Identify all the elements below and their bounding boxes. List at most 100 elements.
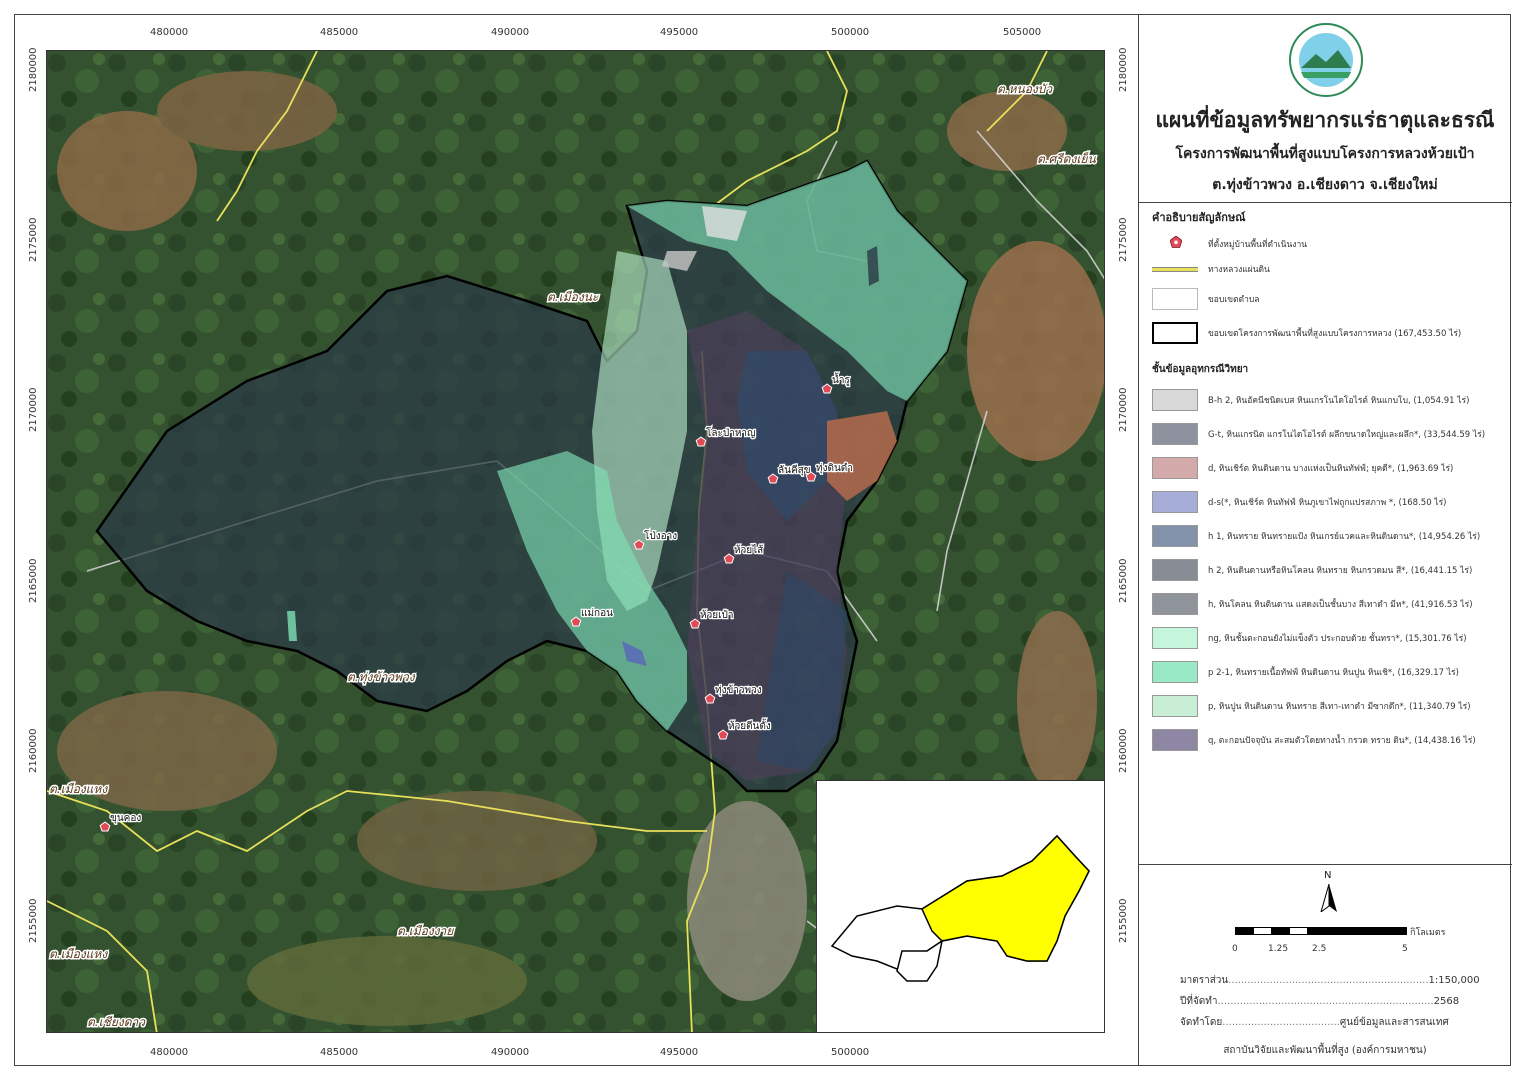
geology-label: p, หินปูน หินดินดาน หินทราย สีเทา-เทาดำ … [1208, 702, 1471, 712]
x-tick-bottom: 500000 [831, 1047, 870, 1058]
y-tick-left: 2175000 [28, 217, 39, 262]
legend-label: ทางหลวงแผ่นดิน [1208, 265, 1270, 275]
y-tick-left: 2165000 [28, 558, 39, 603]
geology-swatch [1152, 491, 1198, 513]
geology-legend-item: d, หินเชิร์ต หินดินดาน บางแห่งเป็นหินทัฟ… [1152, 457, 1502, 479]
y-tick-right: 2175000 [1118, 217, 1129, 262]
geology-swatch [1152, 661, 1198, 683]
scale-tick: 5 [1402, 944, 1408, 954]
y-tick-right: 2170000 [1118, 387, 1129, 432]
y-tick-right: 2165000 [1118, 558, 1129, 603]
geology-label: ng, หินชั้นตะกอนยังไม่แข็งตัว ประกอบด้วย… [1208, 634, 1467, 644]
scale-tick: 0 [1232, 944, 1238, 954]
y-tick-left: 2170000 [28, 387, 39, 432]
tambon-label: ต.ทุ่งข้าวพวง [347, 670, 416, 685]
y-tick-right: 2155000 [1118, 898, 1129, 943]
geology-legend-item: h 1, หินทราย หินทรายแป้ง หินเกรย์แวคและห… [1152, 525, 1502, 547]
geology-label: d, หินเชิร์ต หินดินดาน บางแห่งเป็นหินทัฟ… [1208, 464, 1454, 474]
geology-swatch [1152, 525, 1198, 547]
north-arrow-icon: N [1317, 870, 1341, 914]
geology-legend-item: G-t, หินแกรนิต แกรโนไดโอไรต์ ผลึกขนาดใหญ… [1152, 423, 1502, 445]
geology-swatch [1152, 627, 1198, 649]
legend-item-project-boundary: ขอบเขตโครงการพัฒนาพื้นที่สูงแบบโครงการหล… [1152, 322, 1502, 344]
info-year-label: ปีที่จัดทำ [1180, 996, 1218, 1007]
tambon-boundary-symbol-icon [1152, 288, 1198, 310]
legend-label: ขอบเขตโครงการพัฒนาพื้นที่สูงแบบโครงการหล… [1208, 329, 1462, 339]
geology-label: d-s(*, หินเชิร์ต หินทัฟฟ์ หินภูเขาไฟถูกแ… [1208, 498, 1447, 508]
scale-tick: 1.25 [1268, 944, 1289, 954]
tambon-label: ต.หนองบัว [997, 82, 1053, 96]
village-symbol-icon [1170, 236, 1182, 248]
geology-legend-item: d-s(*, หินเชิร์ต หินทัฟฟ์ หินภูเขาไฟถูกแ… [1152, 491, 1502, 513]
geology-legend-item: ng, หินชั้นตะกอนยังไม่แข็งตัว ประกอบด้วย… [1152, 627, 1502, 649]
divider [1139, 202, 1512, 203]
x-tick-top: 485000 [320, 27, 359, 38]
village-name: โละป่าหาญ [706, 426, 756, 439]
y-tick-left: 2155000 [28, 898, 39, 943]
geology-legend-item: h 2, หินดินดานหรือหินโคลน หินทราย หินกรว… [1152, 559, 1502, 581]
info-year-value: 2568 [1433, 996, 1460, 1007]
map-title: แผนที่ข้อมูลทรัพยากรแร่ธาตุและธรณี [1155, 108, 1495, 132]
tambon-label: ต.เมืองนะ [547, 290, 599, 304]
legend-heading: คำอธิบายสัญลักษณ์ [1152, 211, 1246, 224]
north-label: N [1324, 870, 1332, 881]
organization-footer: สถาบันวิจัยและพัฒนาพื้นที่สูง (องค์การมห… [1223, 1045, 1427, 1056]
x-tick-top: 500000 [831, 27, 870, 38]
village-name: น้ำรู [832, 372, 850, 386]
y-tick-left: 2180000 [28, 47, 39, 92]
village-name: ห้วยไส้ [734, 544, 763, 556]
tambon-label: ต.ศรีดงเย็น [1037, 151, 1096, 166]
x-tick-bottom: 490000 [491, 1047, 530, 1058]
y-tick-left: 2160000 [28, 728, 39, 773]
project-boundary-symbol-icon [1152, 322, 1198, 344]
geology-swatch [1152, 457, 1198, 479]
info-scale-label: มาตราส่วน [1180, 975, 1229, 986]
tambon-label: ต.เมืองงาย [397, 924, 454, 938]
village-name: ทุ่งดินดำ [816, 463, 853, 474]
village-name: ลันคีสุข [778, 464, 811, 476]
scale-tick: 2.5 [1312, 944, 1327, 954]
tambon-label: ต.เมืองแหง [49, 782, 108, 796]
info-author-label: จัดทำโดย [1180, 1017, 1223, 1028]
village-name: ขุนคอง [110, 813, 141, 824]
info-year: ปีที่จัดทำ..............................… [1180, 996, 1460, 1007]
x-tick-top: 495000 [660, 27, 699, 38]
divider [1139, 864, 1512, 865]
y-tick-right: 2160000 [1118, 728, 1129, 773]
legend-item-highway: ทางหลวงแผ่นดิน [1152, 262, 1502, 284]
geology-swatch [1152, 559, 1198, 581]
geology-swatch [1152, 593, 1198, 615]
legend-label: ที่ตั้งหมู่บ้านพื้นที่ดำเนินงาน [1208, 240, 1308, 250]
legend-label: ขอบเขตตำบล [1208, 295, 1260, 305]
x-tick-top: 480000 [150, 27, 189, 38]
info-author-value: ศูนย์ข้อมูลและสารสนเทศ [1339, 1017, 1449, 1028]
geology-label: p 2-1, หินทรายเนื้อทัฟฟ์ หินดินดาน หินปู… [1208, 668, 1459, 678]
scale-unit: กิโลเมตร [1410, 928, 1446, 938]
geology-legend-item: q, ตะกอนปัจจุบัน สะสมตัวโดยทางน้ำ กรวด ท… [1152, 729, 1502, 751]
tambon-label: ต.เมืองแหง [49, 947, 108, 961]
geology-legend-item: B-h 2, หินอัคนีชนิดเบส หินแกรโนไดโอไรต์ … [1152, 389, 1502, 411]
geology-legend-item: p, หินปูน หินดินดาน หินทราย สีเทา-เทาดำ … [1152, 695, 1502, 717]
tambon-label: ต.เชียงดาว [87, 1015, 146, 1029]
village-name: แม่กอน [581, 608, 613, 619]
village-name: ห้วยเป๋า [700, 609, 733, 621]
geology-swatch [1152, 695, 1198, 717]
village-name: โป่งอาง [644, 529, 677, 542]
geology-label: q, ตะกอนปัจจุบัน สะสมตัวโดยทางน้ำ กรวด ท… [1208, 736, 1476, 746]
geology-label: h, หินโคลน หินดินดาน แสดงเป็นชั้นบาง สีเ… [1208, 600, 1473, 610]
x-tick-bottom: 480000 [150, 1047, 189, 1058]
x-tick-top: 490000 [491, 27, 530, 38]
geology-swatch [1152, 389, 1198, 411]
x-tick-top: 505000 [1003, 27, 1042, 38]
geology-legend-item: h, หินโคลน หินดินดาน แสดงเป็นชั้นบาง สีเ… [1152, 593, 1502, 615]
village-name: ห้วยตีนตั้ง [728, 718, 771, 732]
inset-map [816, 780, 1105, 1033]
info-scale-value: 1:150,000 [1428, 975, 1480, 986]
inset-highlight [921, 834, 1090, 962]
map-subtitle: โครงการพัฒนาพื้นที่สูงแบบโครงการหลวงห้วย… [1175, 146, 1475, 162]
geology-legend-heading: ชั้นข้อมูลอุทกรณีวิทยา [1152, 364, 1249, 375]
geology-label: B-h 2, หินอัคนีชนิดเบส หินแกรโนไดโอไรต์ … [1208, 396, 1470, 406]
x-tick-bottom: 495000 [660, 1047, 699, 1058]
legend-item-tambon-boundary: ขอบเขตตำบล [1152, 288, 1502, 310]
geology-legend-item: p 2-1, หินทรายเนื้อทัฟฟ์ หินดินดาน หินปู… [1152, 661, 1502, 683]
